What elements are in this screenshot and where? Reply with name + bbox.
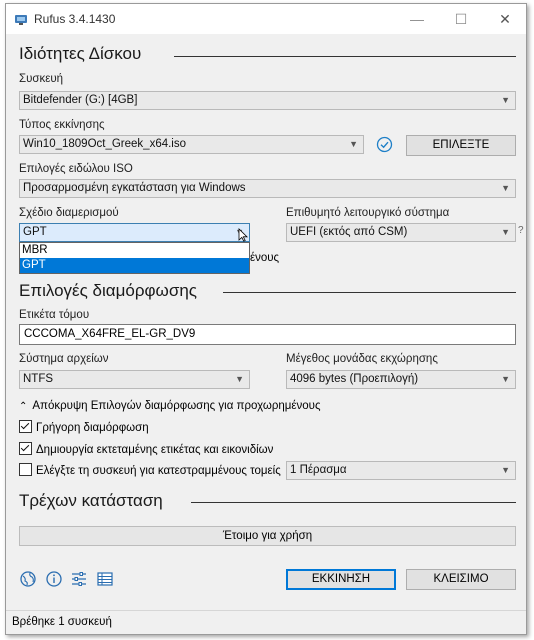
globe-icon[interactable] xyxy=(19,570,37,588)
partition-option-gpt[interactable]: GPT xyxy=(20,258,249,273)
bad-blocks-option[interactable]: Ελέγξτε τη συσκευή για κατεστραμμένους τ… xyxy=(19,463,281,477)
quick-format-option[interactable]: Γρήγορη διαμόρφωση xyxy=(19,420,149,434)
check-hash-icon[interactable] xyxy=(376,136,393,153)
chevron-down-icon: ▼ xyxy=(501,95,510,105)
boot-selection-label: Τύπος εκκίνησης xyxy=(19,119,105,131)
window-title: Rufus 3.4.1430 xyxy=(34,12,116,26)
extended-label-checkbox[interactable] xyxy=(19,442,32,455)
device-label: Συσκευή xyxy=(19,73,64,85)
boot-selection-dropdown[interactable]: Win10_1809Oct_Greek_x64.iso ▼ xyxy=(19,135,364,154)
volume-label-label: Ετικέτα τόμου xyxy=(19,309,90,321)
minimize-button[interactable]: — xyxy=(402,8,432,30)
title-bar: Rufus 3.4.1430 — ☐ ✕ xyxy=(6,4,526,34)
status-bar: Βρέθηκε 1 συσκευή xyxy=(6,610,526,634)
status-progress-text: Έτοιμο για χρήση xyxy=(222,530,313,542)
close-window-button[interactable]: ✕ xyxy=(490,8,520,30)
boot-selection-value: Win10_1809Oct_Greek_x64.iso xyxy=(23,138,187,150)
mouse-cursor-icon xyxy=(238,228,248,242)
bad-blocks-passes-dropdown[interactable]: 1 Πέρασμα ▼ xyxy=(286,461,516,480)
maximize-button[interactable]: ☐ xyxy=(446,8,476,30)
file-system-dropdown[interactable]: NTFS ▼ xyxy=(19,370,250,389)
volume-label-input[interactable]: CCCOMA_X64FRE_EL-GR_DV9 xyxy=(19,324,516,345)
drive-properties-heading: Ιδιότητες Δίσκου xyxy=(19,44,142,63)
chevron-down-icon: ▼ xyxy=(349,139,358,149)
start-button[interactable]: ΕΚΚΙΝΗΣΗ xyxy=(286,569,396,590)
cluster-size-label: Μέγεθος μονάδας εκχώρησης xyxy=(286,353,438,365)
chevron-down-icon: ▼ xyxy=(235,374,244,384)
rufus-app-icon xyxy=(15,15,27,25)
quick-format-label: Γρήγορη διαμόρφωση xyxy=(36,422,149,434)
bad-blocks-checkbox[interactable] xyxy=(19,463,32,476)
chevron-down-icon: ▼ xyxy=(501,374,510,384)
chevron-down-icon: ▼ xyxy=(501,465,510,475)
select-image-button[interactable]: ΕΠΙΛΕΞΤΕ xyxy=(406,135,516,156)
format-options-heading: Επιλογές διαμόρφωσης xyxy=(19,281,197,300)
bad-blocks-label: Ελέγξτε τη συσκευή για κατεστραμμένους τ… xyxy=(36,465,281,477)
rufus-window: Rufus 3.4.1430 — ☐ ✕ Ιδιότητες Δίσκου Συ… xyxy=(5,3,527,635)
cluster-size-value: 4096 bytes (Προεπιλογή) xyxy=(290,373,419,385)
section-divider xyxy=(191,502,516,503)
close-button[interactable]: ΚΛΕΙΣΙΜΟ xyxy=(406,569,516,590)
target-system-value: UEFI (εκτός από CSM) xyxy=(290,226,408,238)
image-option-dropdown[interactable]: Προσαρμοσμένη εγκατάσταση για Windows ▼ xyxy=(19,179,516,198)
image-option-value: Προσαρμοσμένη εγκατάσταση για Windows xyxy=(23,182,246,194)
info-icon[interactable] xyxy=(45,570,63,588)
partition-scheme-list: MBR GPT xyxy=(19,242,250,274)
chevron-down-icon: ▼ xyxy=(501,183,510,193)
passes-value: 1 Πέρασμα xyxy=(290,464,347,476)
advanced-format-toggle-label: Απόκρυψη Επιλογών διαμόρφωσης για προχωρ… xyxy=(32,400,321,412)
device-value: Bitdefender (G:) [4GB] xyxy=(23,94,138,106)
quick-format-checkbox[interactable] xyxy=(19,420,32,433)
partition-scheme-label: Σχέδιο διαμερισμού xyxy=(19,207,119,219)
cluster-size-dropdown[interactable]: 4096 bytes (Προεπιλογή) ▼ xyxy=(286,370,516,389)
target-system-label: Επιθυμητό λειτουργικό σύστημα xyxy=(286,207,450,219)
partition-scheme-dropdown[interactable]: GPT ▼ xyxy=(19,223,250,242)
file-system-value: NTFS xyxy=(23,373,54,385)
extended-label-label: Δημιουργία εκτεταμένης ετικέτας και εικο… xyxy=(36,444,274,456)
chevron-down-icon: ▼ xyxy=(501,227,510,237)
status-progress-bar: Έτοιμο για χρήση xyxy=(19,526,516,546)
status-heading: Τρέχων κατάσταση xyxy=(19,491,163,510)
file-system-label: Σύστημα αρχείων xyxy=(19,353,109,365)
status-bar-text: Βρέθηκε 1 συσκευή xyxy=(12,616,112,628)
chevron-up-icon: ⌃ xyxy=(19,401,28,412)
obscured-text-fragment: ένους xyxy=(250,252,280,264)
partition-option-mbr[interactable]: MBR xyxy=(20,243,249,258)
device-dropdown[interactable]: Bitdefender (G:) [4GB] ▼ xyxy=(19,91,516,110)
section-divider xyxy=(223,292,516,293)
help-question-icon[interactable]: ? xyxy=(518,225,524,236)
image-option-label: Επιλογές ειδώλου ISO xyxy=(19,163,133,175)
advanced-format-toggle[interactable]: ⌃ Απόκρυψη Επιλογών διαμόρφωσης για προχω… xyxy=(19,400,321,412)
extended-label-option[interactable]: Δημιουργία εκτεταμένης ετικέτας και εικο… xyxy=(19,442,273,456)
section-divider xyxy=(174,56,516,57)
settings-sliders-icon[interactable] xyxy=(70,570,88,588)
log-table-icon[interactable] xyxy=(96,570,114,588)
partition-scheme-value: GPT xyxy=(23,226,47,238)
target-system-dropdown[interactable]: UEFI (εκτός από CSM) ▼ xyxy=(286,223,516,242)
